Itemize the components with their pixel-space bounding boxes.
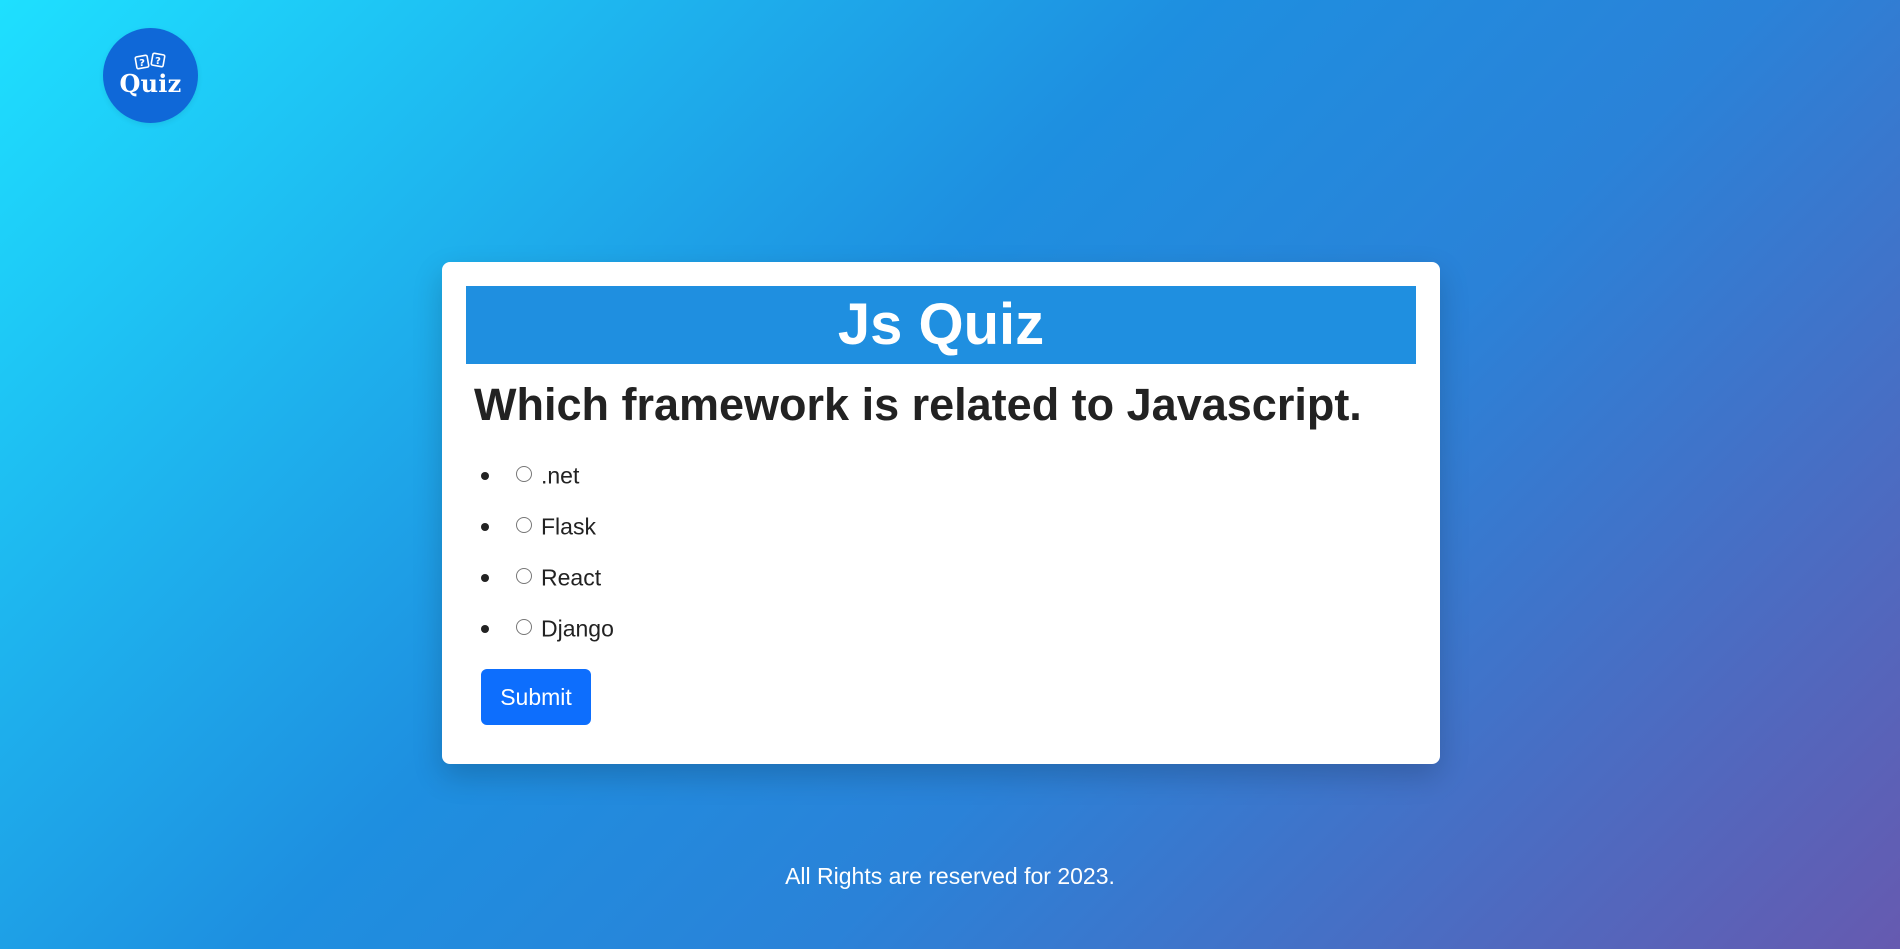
answer-radio[interactable] xyxy=(516,567,532,584)
logo-text: Quiz xyxy=(119,69,182,98)
question-text: Which framework is related to Javascript… xyxy=(474,379,1362,430)
answer-label[interactable]: .net xyxy=(541,462,579,489)
quiz-card: Js Quiz Which framework is related to Ja… xyxy=(442,262,1440,764)
submit-button[interactable]: Submit xyxy=(481,669,591,725)
question-cards-icon: ? ? xyxy=(133,52,166,70)
list-bullet xyxy=(481,624,489,633)
svg-text:?: ? xyxy=(155,56,161,67)
quiz-title: Js Quiz xyxy=(837,292,1045,357)
list-bullet xyxy=(481,573,489,582)
answer-label[interactable]: React xyxy=(541,564,601,591)
list-bullet xyxy=(481,471,489,480)
footer-copyright: All Rights are reserved for 2023. xyxy=(785,863,1115,889)
quiz-header: Js Quiz xyxy=(466,286,1416,364)
answer-label[interactable]: Django xyxy=(541,615,614,642)
svg-text:?: ? xyxy=(139,58,145,69)
answer-radio[interactable] xyxy=(516,618,532,635)
quiz-logo[interactable]: ? ? Quiz xyxy=(103,28,198,123)
answer-radio[interactable] xyxy=(516,465,532,482)
answer-radio[interactable] xyxy=(516,516,532,533)
answer-label[interactable]: Flask xyxy=(541,513,596,540)
list-bullet xyxy=(481,522,489,531)
